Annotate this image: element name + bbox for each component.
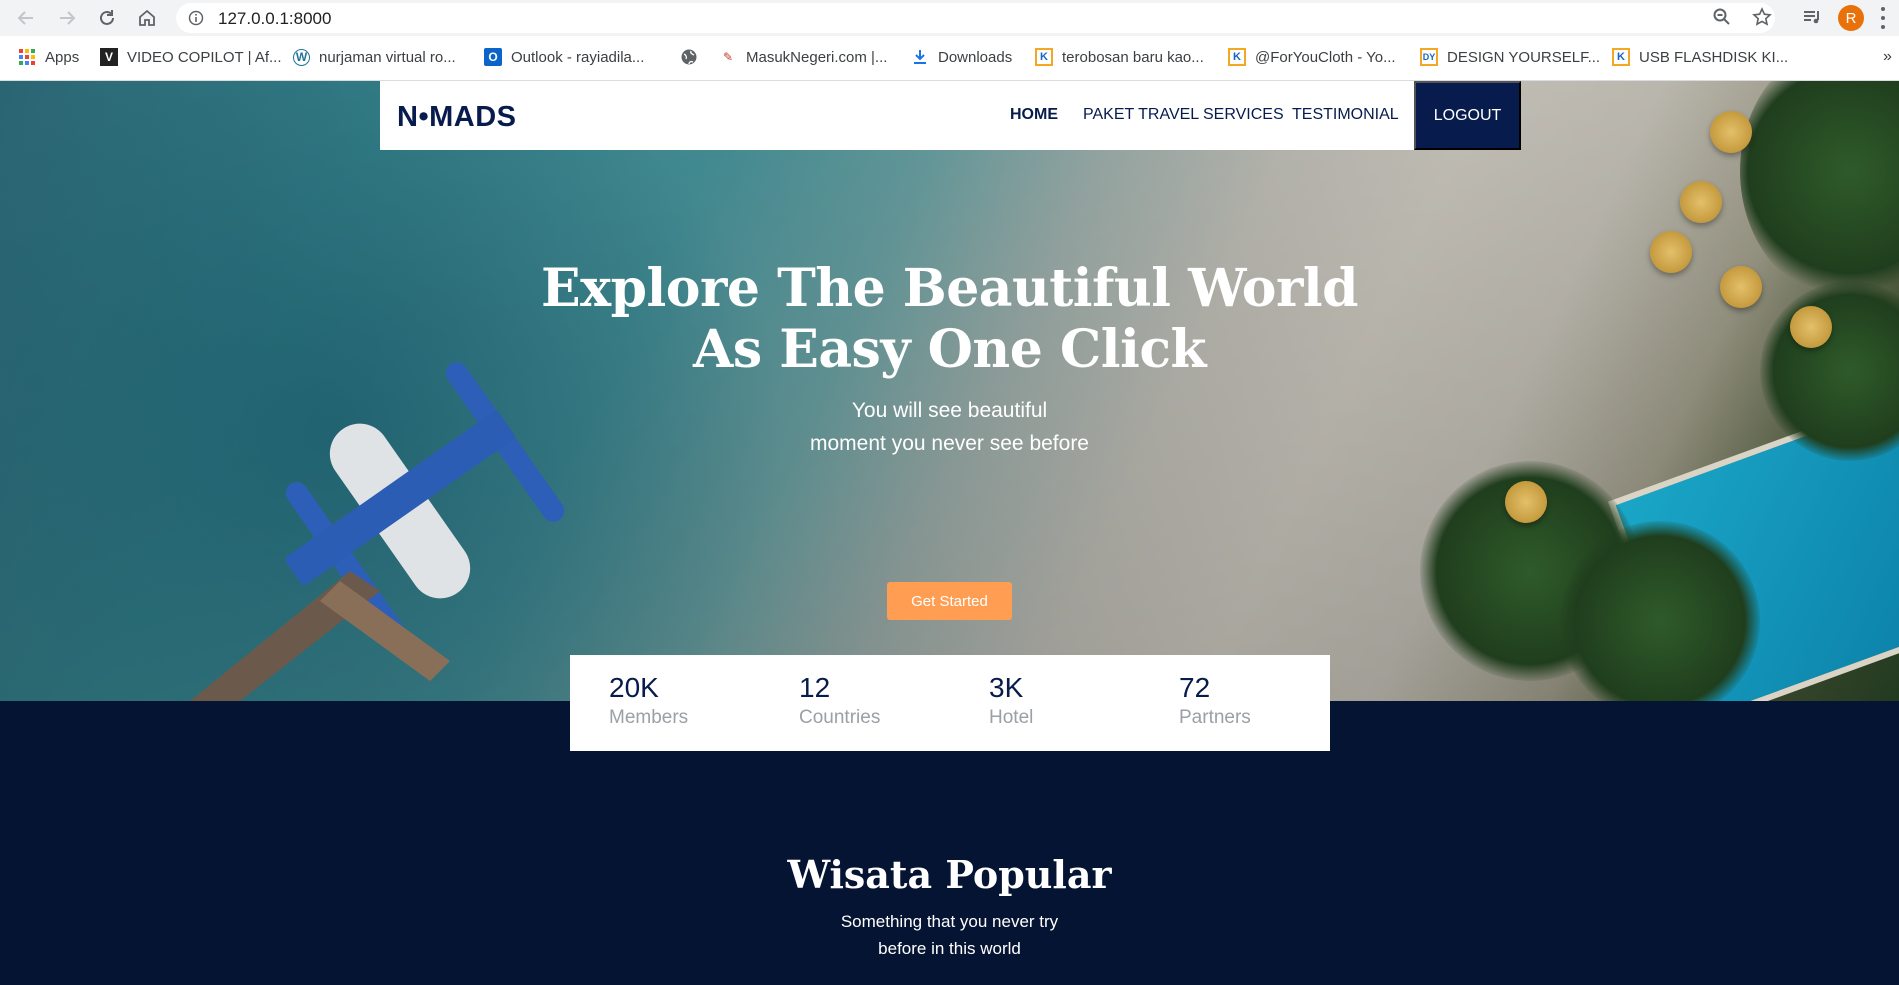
profile-avatar[interactable]: R — [1838, 5, 1864, 31]
k-bookmark-icon: K — [1228, 48, 1246, 66]
stat-value: 20K — [609, 672, 659, 703]
browser-menu-icon[interactable] — [1880, 7, 1886, 29]
stat-members: 20K Members — [609, 671, 688, 731]
stat-value: 72 — [1179, 672, 1211, 703]
zoom-icon — [1713, 8, 1730, 25]
info-icon — [188, 10, 204, 26]
bookmark-design-yourself[interactable]: DY DESIGN YOURSELF... — [1420, 46, 1600, 68]
hero-subtitle-line-1: You will see beautiful — [851, 399, 1048, 422]
arrow-left-icon — [17, 11, 33, 25]
nav-link-home[interactable]: HOME — [1010, 106, 1058, 124]
bookmark-globe[interactable] — [680, 46, 707, 68]
hero-section: Explore The Beautiful World As Easy One … — [0, 81, 1899, 701]
browser-chrome: 127.0.0.1:8000 R Apps V VIDEO COPILOT | … — [0, 0, 1899, 81]
nav-link-paket-travel[interactable]: PAKET TRAVEL — [1083, 106, 1199, 124]
globe-icon — [680, 48, 698, 66]
stat-hotel: 3K Hotel — [989, 671, 1033, 731]
bookmark-label: @ForYouCloth - Yo... — [1255, 48, 1396, 66]
reload-icon — [100, 10, 114, 25]
home-icon — [139, 9, 155, 26]
logout-button[interactable]: LOGOUT — [1414, 81, 1521, 150]
bookmark-label: terobosan baru kao... — [1062, 48, 1204, 66]
arrow-right-icon — [60, 11, 76, 25]
nav-link-services[interactable]: SERVICES — [1203, 106, 1284, 124]
bookmark-label: VIDEO COPILOT | Af... — [127, 48, 282, 66]
popular-section-title: Wisata Popular — [787, 852, 1112, 897]
bookmark-star-button[interactable] — [1750, 5, 1774, 29]
bookmark-label: Outlook - rayiadila... — [511, 48, 645, 66]
address-bar[interactable]: 127.0.0.1:8000 — [176, 3, 1775, 33]
hero-background-umbrella — [1680, 181, 1722, 223]
url-text: 127.0.0.1:8000 — [218, 9, 332, 28]
home-button[interactable] — [133, 4, 161, 32]
popular-subtitle-line-1: Something that you never try — [840, 912, 1059, 931]
masuknegeri-icon: ✎ — [722, 50, 734, 64]
bookmark-nurjaman[interactable]: W nurjaman virtual ro... — [293, 46, 456, 68]
stat-countries: 12 Countries — [799, 671, 880, 731]
stat-value: 12 — [799, 672, 831, 703]
get-started-button[interactable]: Get Started — [887, 582, 1012, 620]
hero-subtitle-line-2: moment you never see before — [810, 432, 1089, 455]
stat-partners: 72 Partners — [1179, 671, 1251, 731]
forward-button[interactable] — [53, 4, 81, 32]
k-bookmark-icon: K — [1612, 48, 1630, 66]
zoom-button[interactable] — [1710, 5, 1734, 29]
bookmark-usb-flashdisk[interactable]: K USB FLASHDISK KI... — [1612, 46, 1788, 68]
hero-title-line-1: Explore The Beautiful World — [541, 258, 1358, 319]
bookmarks-overflow-button[interactable]: » — [1883, 46, 1892, 68]
stats-card: 20K Members 12 Countries 3K Hotel 72 Par… — [570, 655, 1330, 751]
bookmark-masuknegeri[interactable]: ✎ MasukNegeri.com |... — [719, 46, 887, 68]
bookmark-outlook[interactable]: O Outlook - rayiadila... — [484, 46, 644, 68]
site-logo[interactable]: N•MADS — [397, 101, 516, 134]
bookmarks-bar: Apps V VIDEO COPILOT | Af... W nurjaman … — [0, 40, 1899, 74]
hero-background-umbrella — [1505, 481, 1547, 523]
outlook-icon: O — [484, 48, 502, 66]
media-control-button[interactable] — [1800, 5, 1824, 29]
browser-toolbar: 127.0.0.1:8000 R — [0, 0, 1899, 36]
bookmark-label: nurjaman virtual ro... — [319, 48, 456, 66]
bookmark-label: Downloads — [938, 48, 1013, 66]
bookmark-label: DESIGN YOURSELF... — [1447, 48, 1601, 66]
playlist-icon — [1804, 11, 1819, 24]
hero-background-dock — [150, 551, 530, 701]
stat-label: Partners — [1179, 707, 1251, 728]
stat-label: Countries — [799, 707, 881, 728]
bookmark-videocopilot[interactable]: V VIDEO COPILOT | Af... — [100, 46, 282, 68]
stat-label: Members — [609, 707, 689, 728]
star-icon — [1752, 7, 1772, 26]
apps-grid-icon — [18, 48, 36, 66]
bookmark-label: Apps — [45, 48, 80, 66]
design-bookmark-icon: DY — [1420, 48, 1438, 66]
back-button[interactable] — [12, 4, 40, 32]
bookmark-downloads[interactable]: Downloads — [911, 46, 1012, 68]
download-icon — [911, 48, 929, 66]
k-bookmark-icon: K — [1035, 48, 1053, 66]
bookmark-apps[interactable]: Apps — [18, 46, 79, 68]
hero-title-line-2: As Easy One Click — [692, 319, 1207, 380]
reload-button[interactable] — [93, 4, 121, 32]
avatar-letter: R — [1845, 9, 1857, 27]
site-navbar: N•MADS HOME PAKET TRAVEL SERVICES TESTIM… — [380, 81, 1521, 150]
bookmark-terobosan[interactable]: K terobosan baru kao... — [1035, 46, 1204, 68]
stat-label: Hotel — [989, 707, 1034, 728]
hero-background-umbrella — [1710, 111, 1752, 153]
popular-subtitle-line-2: before in this world — [878, 939, 1021, 958]
bookmark-label: USB FLASHDISK KI... — [1639, 48, 1789, 66]
videocopilot-icon: V — [100, 48, 118, 66]
bookmark-foryoucloth[interactable]: K @ForYouCloth - Yo... — [1228, 46, 1396, 68]
wordpress-icon: W — [293, 48, 310, 66]
stat-value: 3K — [989, 672, 1024, 703]
bookmark-label: MasukNegeri.com |... — [746, 48, 888, 66]
nav-link-testimonial[interactable]: TESTIMONIAL — [1292, 106, 1399, 124]
